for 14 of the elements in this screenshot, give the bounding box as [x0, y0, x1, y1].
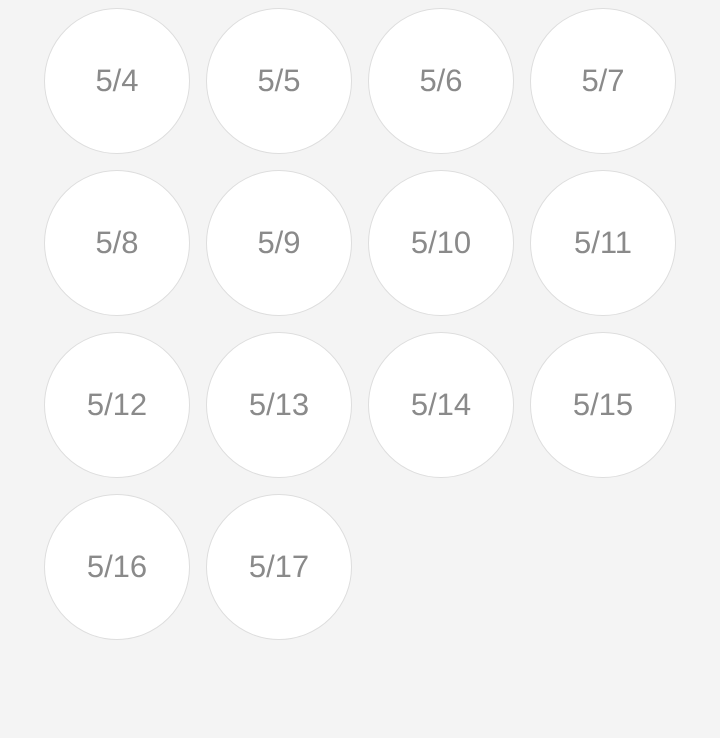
date-button[interactable]: 5/4	[44, 8, 190, 154]
date-button[interactable]: 5/8	[44, 170, 190, 316]
date-button[interactable]: 5/12	[44, 332, 190, 478]
date-button[interactable]: 5/17	[206, 494, 352, 640]
date-button[interactable]: 5/6	[368, 8, 514, 154]
date-button[interactable]: 5/10	[368, 170, 514, 316]
date-button[interactable]: 5/16	[44, 494, 190, 640]
date-button[interactable]: 5/5	[206, 8, 352, 154]
date-button[interactable]: 5/9	[206, 170, 352, 316]
date-button[interactable]: 5/14	[368, 332, 514, 478]
date-button[interactable]: 5/7	[530, 8, 676, 154]
date-button[interactable]: 5/11	[530, 170, 676, 316]
date-button[interactable]: 5/15	[530, 332, 676, 478]
date-button[interactable]: 5/13	[206, 332, 352, 478]
